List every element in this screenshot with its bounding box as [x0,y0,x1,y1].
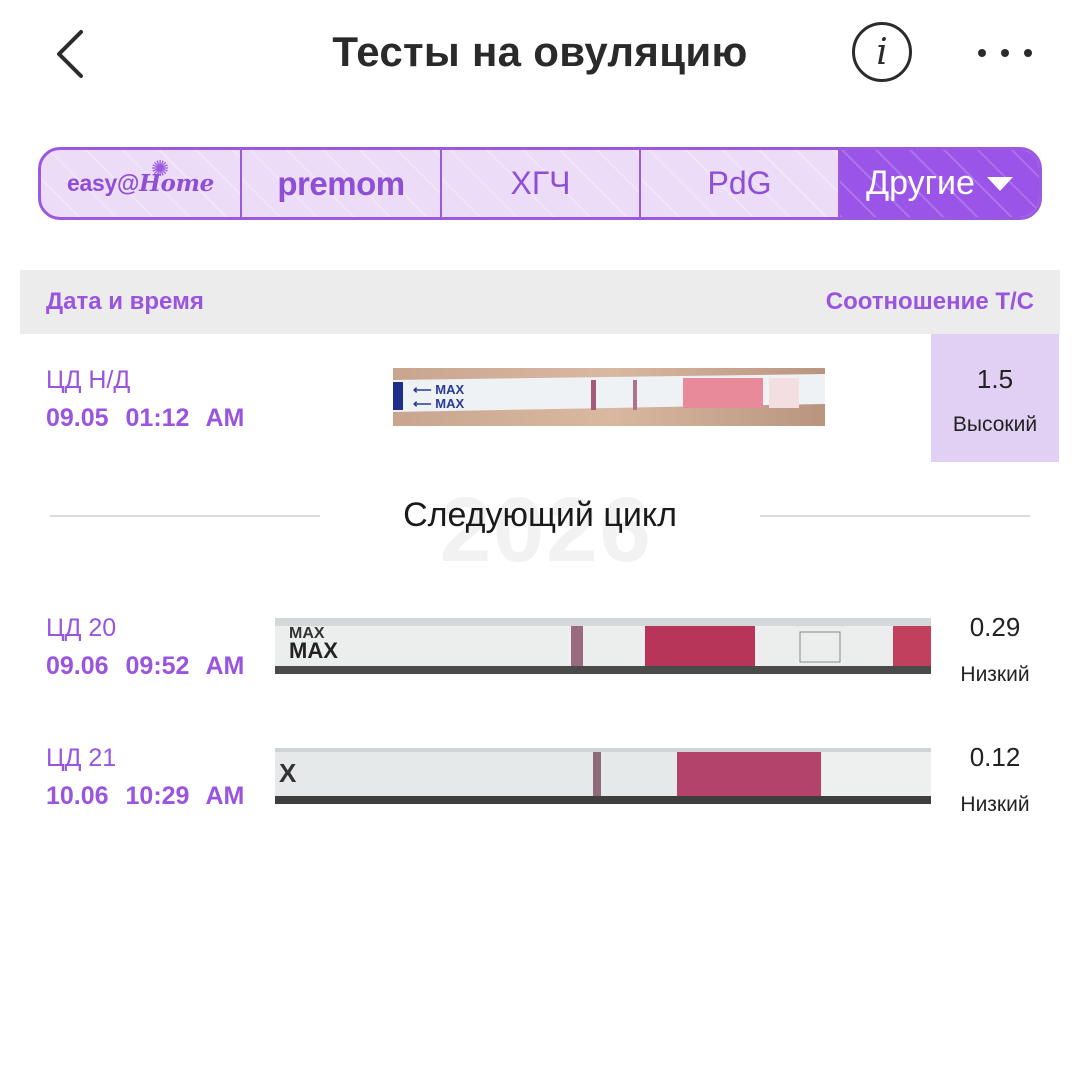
tab-hcg-label: ХГЧ [510,165,571,201]
tab-hcg[interactable]: ХГЧ [442,150,641,217]
divider-line-left [50,515,320,517]
info-icon: i [876,31,888,73]
ratio-cell-high: 1.5 Высокий [931,334,1059,462]
tab-pdg-label: PdG [707,165,772,201]
svg-text:X: X [279,758,297,788]
table-header: Дата и время Соотношение Т/С [20,270,1060,334]
row-datetime: 09.06 09:52 AM [46,652,245,680]
caret-down-icon [986,176,1013,191]
ratio-level: Высокий [952,413,1038,436]
tab-other-label: Другие [866,164,975,202]
more-dot-icon [978,49,986,57]
more-dot-icon [1024,49,1032,57]
ratio-cell: 0.12 Низкий [940,742,1050,817]
easy-home-logo: easy@Home [67,170,214,197]
test-row[interactable]: ЦД 21 10.06 10:29 AM X 0.12 Низкий [0,730,1080,830]
ratio-value: 0.12 [969,742,1021,772]
easy-home-sun-icon: ✺ [151,156,170,181]
row-datetime: 10.06 10:29 AM [46,782,245,810]
row-cycle-day: ЦД Н/Д [46,366,131,394]
ratio-cell: 0.29 Низкий [940,612,1050,687]
test-strip-image: X [275,748,931,804]
tab-premom[interactable]: premom [242,150,442,217]
divider-line-right [760,515,1030,517]
column-tc-ratio: Соотношение Т/С [825,288,1034,315]
next-cycle-divider: Следующий цикл [403,496,677,534]
tab-other-dropdown[interactable]: Другие [840,150,1039,217]
page-title: Тесты на овуляцию [332,28,748,75]
more-dot-icon [1001,49,1009,57]
row-cycle-day: ЦД 20 [46,614,117,642]
tab-pdg[interactable]: PdG [641,150,840,217]
column-date-time: Дата и время [46,288,204,315]
more-options-button[interactable] [972,28,1038,78]
svg-text:MAX: MAX [289,638,338,663]
ratio-level: Низкий [960,793,1030,816]
info-button[interactable]: i [852,22,912,82]
test-row[interactable]: ЦД Н/Д 09.05 01:12 AM ⟵ MAX ⟵ MAX 1.5 Вы… [0,334,1080,462]
ratio-value: 0.29 [969,612,1021,642]
row-cycle-day: ЦД 21 [46,744,117,772]
test-row[interactable]: ЦД 20 09.06 09:52 AM MAX MAX 0.29 Низкий [0,600,1080,700]
svg-text:⟵ MAX: ⟵ MAX [413,382,464,397]
ratio-value: 1.5 [976,364,1014,394]
row-datetime: 09.05 01:12 AM [46,404,245,432]
test-type-tabs: ✺ easy@Home premom ХГЧ PdG Другие [38,147,1042,220]
premom-logo: premom [277,164,405,202]
app-header: Тесты на овуляцию i [0,0,1080,110]
test-strip-image: MAX MAX [275,618,931,674]
test-strip-image: ⟵ MAX ⟵ MAX [393,368,825,426]
svg-text:⟵ MAX: ⟵ MAX [413,396,464,411]
ratio-level: Низкий [960,663,1030,686]
tab-easy-home[interactable]: ✺ easy@Home [41,150,242,217]
